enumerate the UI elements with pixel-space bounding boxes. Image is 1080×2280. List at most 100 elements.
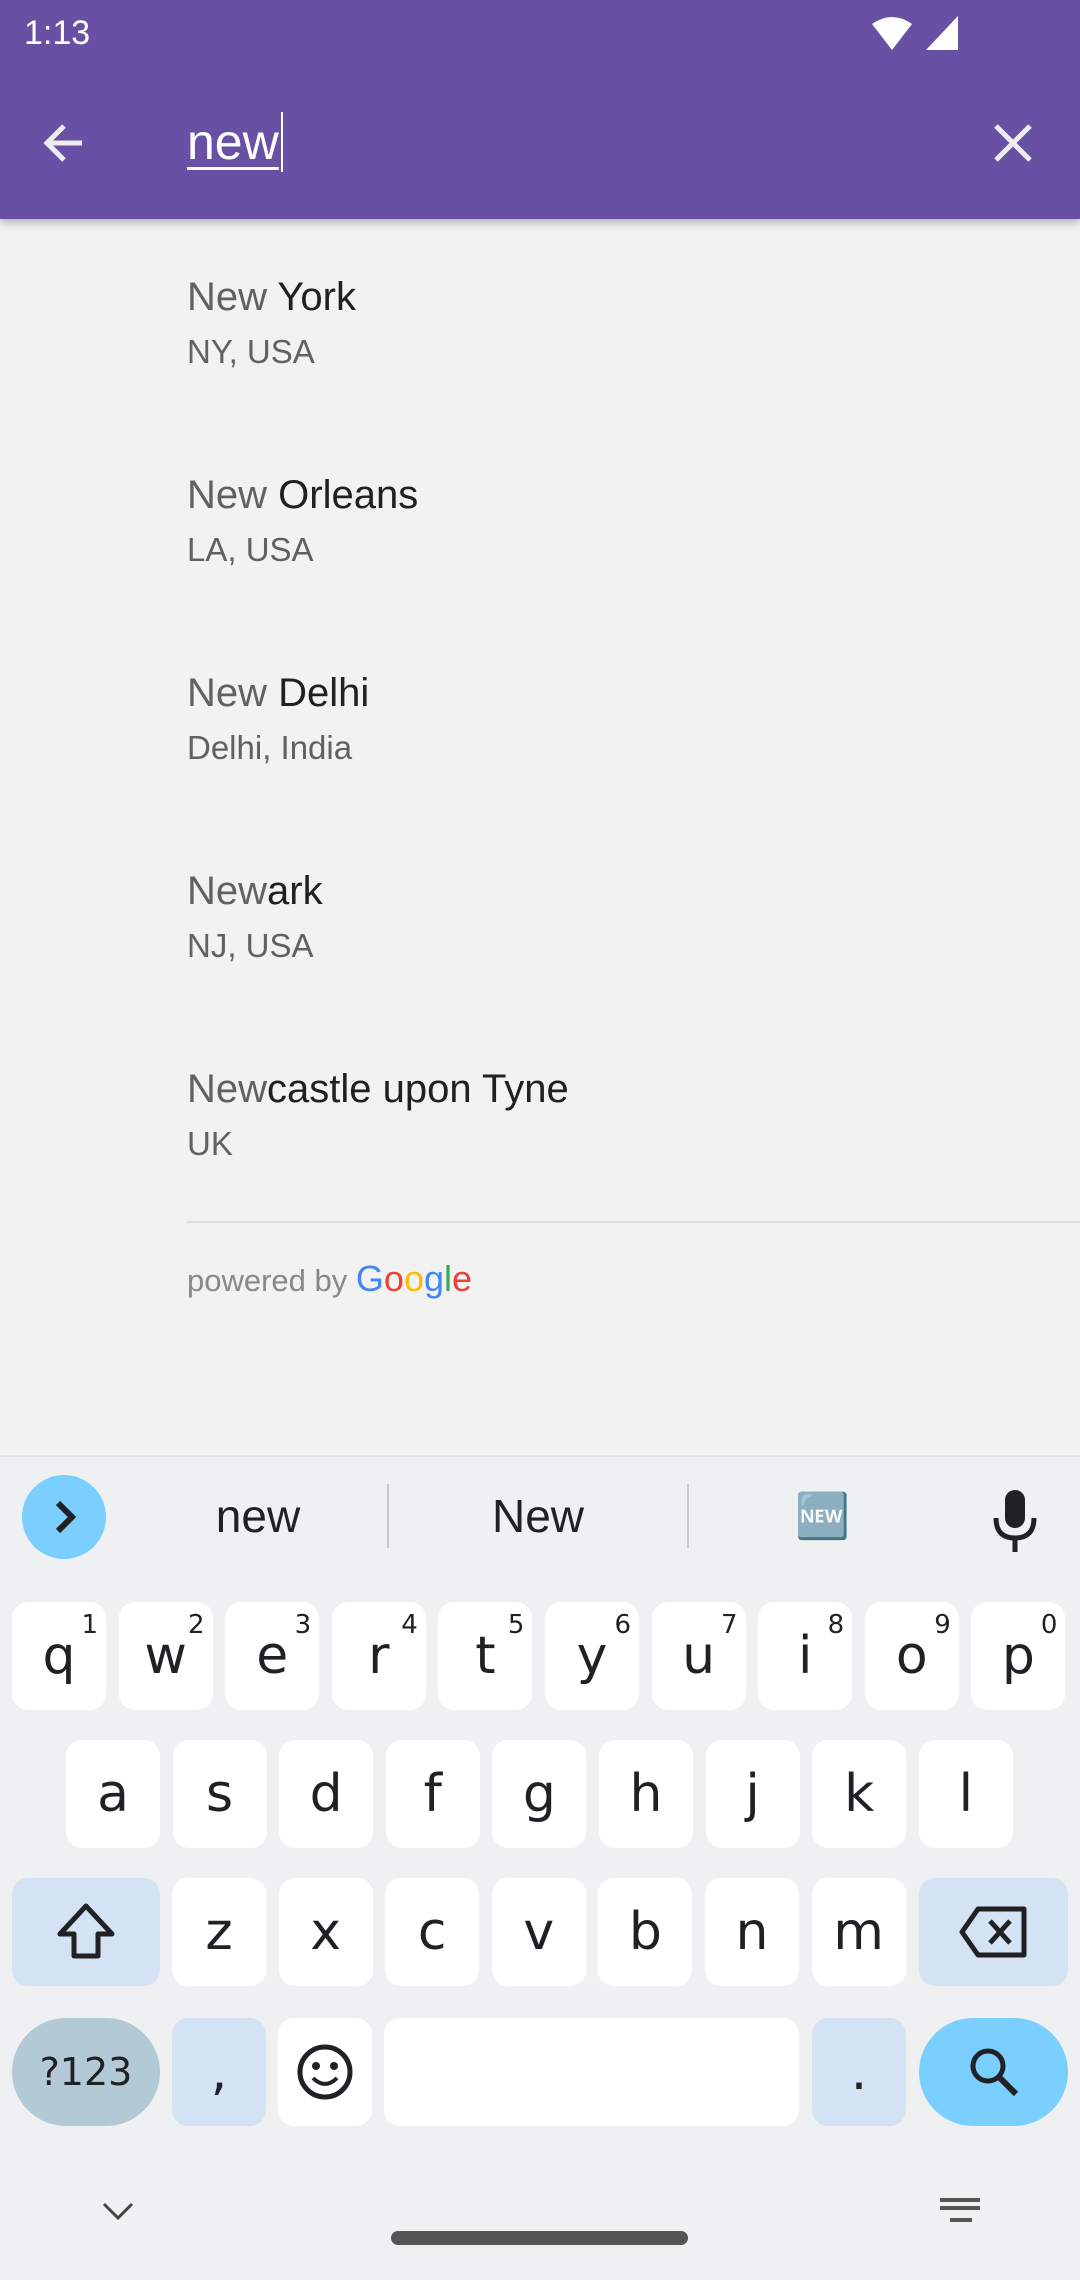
- powered-by-label: powered by: [187, 1263, 356, 1298]
- expand-toolbar-button[interactable]: [22, 1475, 106, 1559]
- powered-by-google: powered by Google: [187, 1258, 472, 1300]
- divider: [187, 1221, 1080, 1223]
- key-h[interactable]: h: [599, 1740, 693, 1848]
- key-b[interactable]: b: [598, 1878, 693, 1986]
- home-gesture-bar[interactable]: [391, 2231, 688, 2245]
- comma-key[interactable]: ,: [172, 2018, 266, 2126]
- key-hint: 5: [507, 1610, 525, 1640]
- key-g[interactable]: g: [492, 1740, 587, 1848]
- result-match: New: [187, 473, 268, 517]
- result-item[interactable]: Newcastle upon Tyne UK: [0, 1045, 1080, 1243]
- key-letter: w: [144, 1626, 187, 1686]
- suggestion-2[interactable]: New: [390, 1480, 686, 1552]
- result-rest: ark: [267, 869, 323, 913]
- backspace-icon: [959, 1906, 1026, 1958]
- result-rest: Orleans: [267, 473, 419, 517]
- shift-icon: [57, 1903, 115, 1959]
- microphone-icon[interactable]: [990, 1488, 1040, 1554]
- shift-key[interactable]: [12, 1878, 160, 1986]
- emoji-icon: [297, 2044, 353, 2100]
- result-title: New York: [187, 275, 356, 320]
- search-key[interactable]: [919, 2018, 1068, 2126]
- key-n[interactable]: n: [705, 1878, 799, 1986]
- wifi-signal-icon: [872, 16, 958, 50]
- app-bar: 1:13 new: [0, 0, 1080, 219]
- key-hint: 9: [934, 1610, 951, 1640]
- result-subtitle: Delhi, India: [187, 729, 353, 766]
- key-hint: 3: [294, 1610, 312, 1640]
- keyboard: [0, 1455, 1080, 2280]
- result-title: New Delhi: [187, 671, 369, 716]
- key-l[interactable]: l: [918, 1740, 1013, 1848]
- key-t[interactable]: t5: [438, 1602, 533, 1710]
- result-title: New Orleans: [187, 473, 418, 518]
- key-letter: u: [682, 1626, 716, 1686]
- key-v[interactable]: v: [491, 1878, 586, 1986]
- result-rest: Delhi: [267, 671, 370, 715]
- result-match: New: [187, 869, 268, 913]
- result-subtitle: NJ, USA: [187, 927, 314, 964]
- key-c[interactable]: c: [385, 1878, 480, 1986]
- key-p[interactable]: p0: [971, 1602, 1066, 1710]
- result-rest: York: [267, 275, 356, 319]
- suggestion-divider: [687, 1484, 689, 1548]
- google-logo: Google: [355, 1258, 473, 1299]
- key-e[interactable]: e3: [225, 1602, 320, 1710]
- suggestion-3[interactable]: 🆕: [690, 1480, 955, 1552]
- key-hint: 0: [1040, 1610, 1058, 1640]
- search-icon: [970, 2048, 1018, 2097]
- key-y[interactable]: y6: [545, 1602, 639, 1710]
- key-hint: 8: [827, 1610, 845, 1640]
- suggestion-1[interactable]: new: [130, 1480, 386, 1552]
- hide-keyboard-icon[interactable]: [100, 2200, 136, 2224]
- result-title: Newcastle upon Tyne: [187, 1067, 569, 1112]
- key-letter: y: [576, 1626, 608, 1686]
- search-input[interactable]: new: [187, 112, 283, 172]
- key-letter: p: [1001, 1626, 1035, 1686]
- key-letter: q: [42, 1626, 76, 1686]
- result-item[interactable]: New Delhi Delhi, India: [0, 649, 1080, 847]
- result-item[interactable]: New Orleans LA, USA: [0, 451, 1080, 649]
- result-item[interactable]: New York NY, USA: [0, 253, 1080, 451]
- key-letter: e: [256, 1626, 289, 1686]
- close-icon[interactable]: [978, 108, 1048, 178]
- key-f[interactable]: f: [385, 1740, 480, 1848]
- key-s[interactable]: s: [172, 1740, 267, 1848]
- period-key[interactable]: .: [812, 2018, 906, 2126]
- key-k[interactable]: k: [812, 1740, 907, 1848]
- key-hint: 2: [188, 1610, 205, 1640]
- key-letter: i: [797, 1626, 813, 1686]
- key-j[interactable]: j: [705, 1740, 800, 1848]
- suggestion-divider: [387, 1484, 389, 1548]
- result-subtitle: NY, USA: [187, 333, 315, 370]
- key-u[interactable]: u7: [651, 1602, 746, 1710]
- key-letter: r: [368, 1626, 390, 1686]
- backspace-key[interactable]: [919, 1878, 1068, 1986]
- result-subtitle: LA, USA: [187, 531, 314, 568]
- back-arrow-icon[interactable]: [30, 108, 100, 178]
- key-hint: 7: [721, 1610, 738, 1640]
- result-match: New: [187, 1067, 268, 1111]
- key-o[interactable]: o9: [864, 1602, 959, 1710]
- keyboard-switch-icon[interactable]: [940, 2198, 984, 2228]
- result-match: New: [187, 671, 268, 715]
- key-i[interactable]: i8: [758, 1602, 853, 1710]
- key-z[interactable]: z: [172, 1878, 266, 1986]
- key-w[interactable]: w2: [118, 1602, 213, 1710]
- chevron-right-icon: [55, 1500, 77, 1534]
- emoji-key[interactable]: [278, 2018, 372, 2126]
- result-item[interactable]: Newark NJ, USA: [0, 847, 1080, 1045]
- key-q[interactable]: q1: [12, 1602, 106, 1710]
- key-d[interactable]: d: [279, 1740, 374, 1848]
- key-r[interactable]: r4: [331, 1602, 426, 1710]
- key-m[interactable]: m: [811, 1878, 906, 1986]
- key-letter: t: [475, 1626, 496, 1686]
- result-subtitle: UK: [187, 1125, 233, 1162]
- symbols-key[interactable]: ?123: [12, 2018, 160, 2126]
- result-rest: castle upon Tyne: [267, 1067, 569, 1111]
- key-a[interactable]: a: [66, 1740, 160, 1848]
- key-hint: 4: [401, 1610, 418, 1640]
- key-x[interactable]: x: [278, 1878, 373, 1986]
- key-hint: 1: [81, 1610, 98, 1640]
- space-key[interactable]: [384, 2018, 799, 2126]
